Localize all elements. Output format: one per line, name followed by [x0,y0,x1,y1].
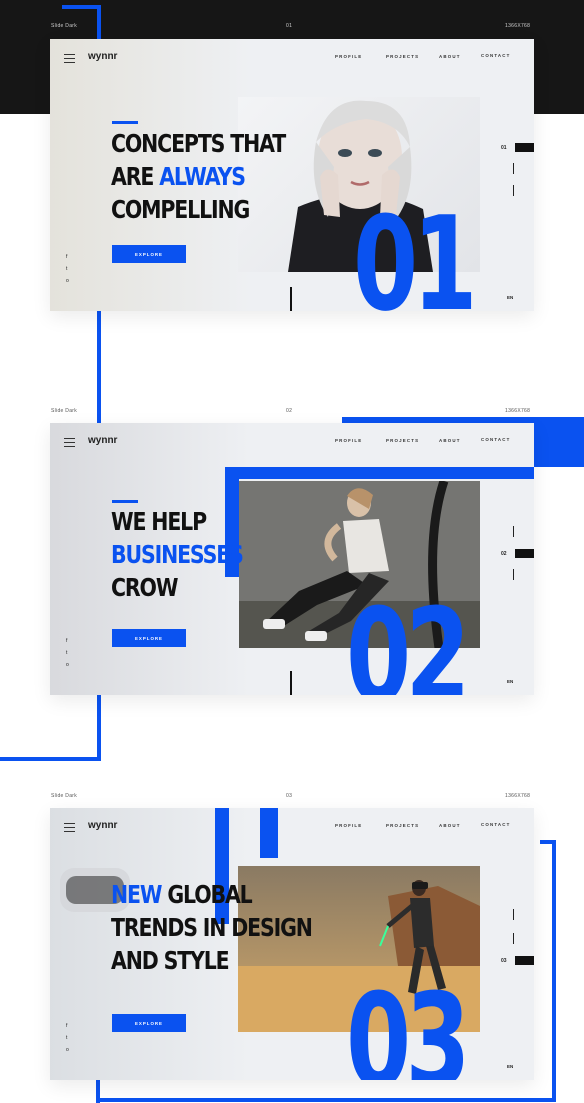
slide-index: 03 [501,958,507,964]
social-links: f t o [66,251,69,287]
photo-frame-top [225,467,534,479]
language-switch[interactable]: EN [507,1064,513,1069]
slide-type-label: Slide Dark [51,408,78,414]
nav-projects[interactable]: PROJECTS [386,54,419,59]
hamburger-menu-icon[interactable] [64,54,75,63]
nav-projects[interactable]: PROJECTS [386,438,419,443]
twitter-icon[interactable]: t [66,1032,69,1044]
explore-button[interactable]: EXPLORE [112,629,186,647]
big-slide-number: 01 [353,188,478,311]
brand-logo[interactable]: wynnr [88,435,117,446]
facebook-icon[interactable]: f [66,251,69,263]
twitter-icon[interactable]: t [66,647,69,659]
social-links: f t o [66,635,69,671]
slide-size-label: 1366X768 [505,793,531,799]
slide-tick[interactable] [513,933,514,944]
slide-size-label: 1366X768 [505,23,531,29]
hamburger-menu-icon[interactable] [64,823,75,832]
nav-about[interactable]: ABOUT [439,823,461,828]
slide-tick[interactable] [513,569,514,580]
slide-type-label: Slide Dark [51,793,78,799]
hero-headline: CONCEPTS THAT ARE ALWAYS COMPELLING [111,127,286,226]
frame-line [96,1098,556,1102]
scroll-indicator-line [290,671,292,695]
frame-block [534,417,584,467]
nav-projects[interactable]: PROJECTS [386,823,419,828]
slide-index: 01 [501,145,507,151]
nav-contact[interactable]: CONTACT [481,437,511,442]
headline-line: CONCEPTS THAT [111,129,286,158]
slide-number-label: 02 [286,408,293,414]
slide-tick[interactable] [513,909,514,920]
headline-highlight: ALWAYS [159,162,246,191]
twitter-icon[interactable]: t [66,263,69,275]
slide-number-label: 03 [286,793,293,799]
nav-profile[interactable]: PROFILE [335,438,362,443]
facebook-icon[interactable]: f [66,635,69,647]
slide-02: wynnr PROFILE PROJECTS ABOUT CONTACT WE … [50,423,534,695]
frame-line [97,5,101,41]
headline-line: AND STYLE [111,946,230,975]
headline-highlight: NEW [111,880,162,909]
slide-number-label: 01 [286,23,293,29]
instagram-icon[interactable]: o [66,1044,69,1056]
headline-line: CROW [111,573,178,602]
slide-index: 02 [501,551,507,557]
scroll-indicator-line [290,287,292,311]
nav-about[interactable]: ABOUT [439,54,461,59]
nav-about[interactable]: ABOUT [439,438,461,443]
headline-line: ARE [111,162,160,191]
brand-logo[interactable]: wynnr [88,820,117,831]
brand-logo[interactable]: wynnr [88,51,117,62]
social-links: f t o [66,1020,69,1056]
slide-size-label: 1366X768 [505,408,531,414]
headline-line: COMPELLING [111,195,250,224]
hero-headline: NEW GLOBAL TRENDS IN DESIGN AND STYLE [111,878,313,977]
language-switch[interactable]: EN [507,295,513,300]
instagram-icon[interactable]: o [66,275,69,287]
slide-index-bar[interactable] [515,549,534,558]
headline-line: TRENDS IN DESIGN [111,913,313,942]
nav-profile[interactable]: PROFILE [335,54,362,59]
headline-accent-bar [112,500,138,503]
slide-tick[interactable] [513,526,514,537]
big-slide-number: 02 [346,580,471,695]
nav-contact[interactable]: CONTACT [481,822,511,827]
frame-line [62,5,99,9]
instagram-icon[interactable]: o [66,659,69,671]
facebook-icon[interactable]: f [66,1020,69,1032]
explore-button[interactable]: EXPLORE [112,1014,186,1032]
slide-03: wynnr PROFILE PROJECTS ABOUT CONTACT NEW… [50,808,534,1080]
frame-line [552,840,556,1102]
headline-highlight: BUSINESSES [111,540,244,569]
nav-profile[interactable]: PROFILE [335,823,362,828]
headline-accent-bar [112,121,138,124]
slide-index-bar[interactable] [515,956,534,965]
hamburger-menu-icon[interactable] [64,438,75,447]
big-slide-number: 03 [346,965,471,1080]
headline-line: WE HELP [111,507,207,536]
slide-tick[interactable] [513,185,514,196]
headline-line: GLOBAL [161,880,252,909]
explore-button[interactable]: EXPLORE [112,245,186,263]
slide-tick[interactable] [513,163,514,174]
nav-contact[interactable]: CONTACT [481,53,511,58]
frame-line [0,757,101,761]
slide-index-bar[interactable] [515,143,534,152]
photo-frame-top [260,808,278,858]
slide-01: wynnr PROFILE PROJECTS ABOUT CONTACT CON… [50,39,534,311]
hero-headline: WE HELP BUSINESSES CROW [111,505,244,604]
language-switch[interactable]: EN [507,679,513,684]
slide-type-label: Slide Dark [51,23,78,29]
